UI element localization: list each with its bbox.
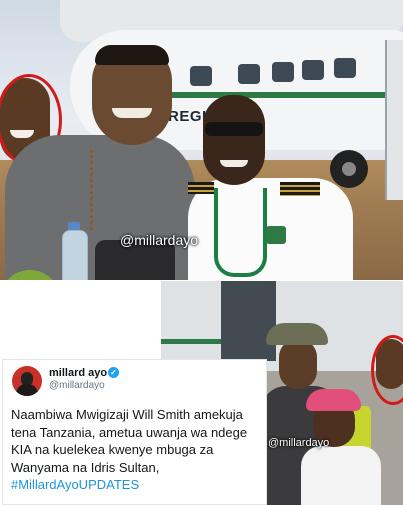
tweet-author-handle[interactable]: @millardayo (49, 380, 105, 391)
tweet-body: Naambiwa Mwigizaji Will Smith amekuja te… (11, 406, 263, 494)
green-lanyard (214, 188, 267, 277)
man-smile (112, 108, 152, 118)
tweet-author-name[interactable]: millard ayo (49, 367, 107, 379)
pilot-epaulette-right (280, 182, 320, 196)
pilot-sunglasses (205, 122, 263, 136)
airplane-window (334, 58, 356, 78)
airplane-window (302, 60, 324, 80)
person-avatar-icon[interactable] (12, 366, 42, 396)
inset-airplane-door (221, 281, 276, 361)
airplane-window (238, 64, 260, 84)
water-bottle (62, 230, 88, 280)
airplane-window (272, 62, 294, 82)
bead-necklace (90, 150, 103, 230)
watermark-top: @millardayo (120, 232, 199, 248)
pilot-epaulette-left (188, 182, 214, 194)
inset-man-face (279, 339, 317, 389)
safari-hat (266, 323, 328, 345)
airplane-wheel-hub (342, 162, 356, 176)
tweet-card[interactable]: millard ayo ✓ @millardayo Naambiwa Mwigi… (2, 359, 267, 505)
tweet-text: Naambiwa Mwigizaji Will Smith amekuja te… (11, 407, 248, 475)
main-photo: REGIO R @millardayo (0, 0, 403, 280)
airline-badge-icon (266, 226, 286, 244)
pilot-face (203, 95, 265, 185)
watermark-inset: @millardayo (268, 437, 330, 449)
man-hair (95, 45, 169, 65)
avatar-shoulders (16, 384, 38, 396)
airplane-window (190, 66, 212, 86)
pink-headscarf (306, 389, 361, 411)
airplane-door (385, 40, 403, 200)
verified-badge-icon: ✓ (108, 367, 119, 378)
tweet-hashtag-link[interactable]: #MillardAyoUPDATES (11, 477, 139, 492)
inset-woman-shirt (301, 446, 381, 505)
pilot-smile (220, 160, 248, 167)
